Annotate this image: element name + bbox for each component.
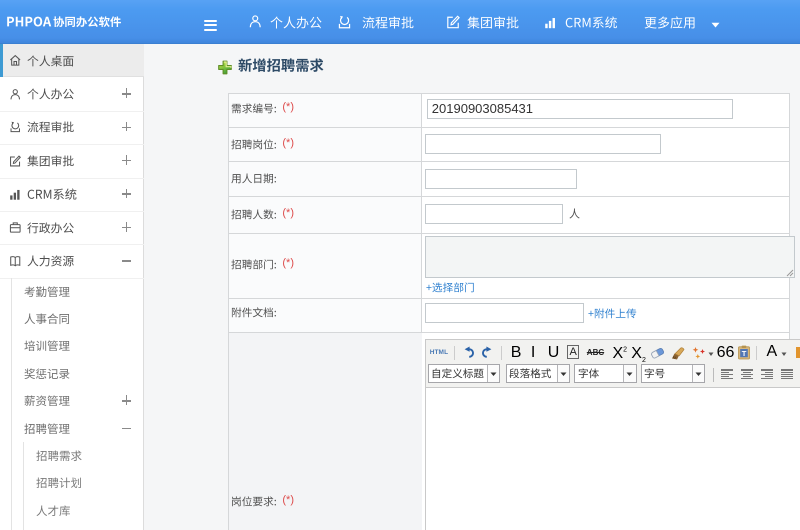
svg-text:T: T bbox=[742, 349, 747, 358]
